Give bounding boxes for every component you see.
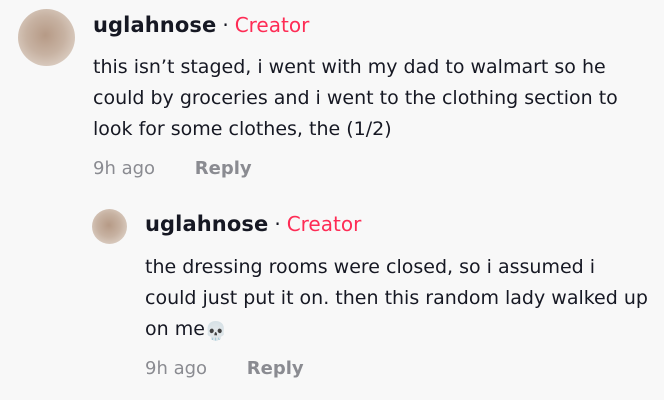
comment-header: uglahnose · Creator xyxy=(145,212,361,236)
username[interactable]: uglahnose xyxy=(93,13,216,37)
comment-header: uglahnose · Creator xyxy=(93,13,309,37)
skull-emoji-icon: 💀 xyxy=(204,321,228,342)
comment-meta: 9h ago Reply xyxy=(93,158,252,179)
creator-badge: Creator xyxy=(234,13,310,37)
avatar[interactable] xyxy=(18,9,75,66)
timestamp: 9h ago xyxy=(93,158,156,179)
reply-button[interactable]: Reply xyxy=(195,158,252,179)
separator-dot: · xyxy=(274,212,281,236)
comment-text: this isn’t staged, i went with my dad to… xyxy=(93,56,618,140)
creator-badge: Creator xyxy=(286,212,362,236)
avatar[interactable] xyxy=(92,209,127,244)
reply-button[interactable]: Reply xyxy=(247,358,304,379)
separator-dot: · xyxy=(222,13,229,37)
comment-text: the dressing rooms were closed, so i ass… xyxy=(145,252,650,347)
timestamp: 9h ago xyxy=(145,358,208,379)
username[interactable]: uglahnose xyxy=(145,212,268,236)
comment-meta: 9h ago Reply xyxy=(145,358,304,379)
